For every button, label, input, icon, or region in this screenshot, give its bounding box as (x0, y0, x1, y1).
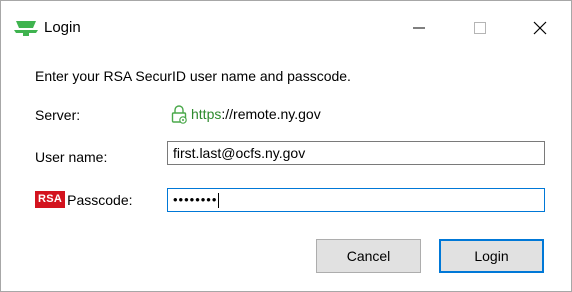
close-button[interactable] (517, 1, 563, 53)
rsa-logo: RSA (35, 191, 66, 208)
server-url: https://remote.ny.gov (170, 104, 321, 124)
title-bar[interactable]: Login (1, 1, 571, 53)
lock-icon (171, 105, 187, 124)
passcode-masked-value: •••••••• (173, 192, 218, 207)
login-window: Login Enter your RSA SecurID user name a… (0, 0, 572, 292)
passcode-label: Passcode: (67, 191, 133, 208)
minimize-icon (413, 27, 425, 29)
url-host: ://remote.ny.gov (221, 106, 321, 122)
instruction-text: Enter your RSA SecurID user name and pas… (35, 68, 351, 84)
window-title: Login (44, 19, 81, 36)
close-icon (533, 21, 547, 35)
monitor-app-icon (13, 18, 39, 38)
passcode-input[interactable]: •••••••• (167, 188, 545, 212)
username-label: User name: (35, 149, 108, 165)
server-label: Server: (35, 107, 81, 123)
passcode-label-group: RSA Passcode: (35, 191, 133, 208)
text-caret (218, 193, 220, 209)
url-scheme: https (191, 106, 222, 122)
maximize-icon (474, 22, 486, 34)
cancel-button[interactable]: Cancel (316, 239, 421, 273)
minimize-button[interactable] (396, 1, 442, 53)
maximize-button[interactable] (457, 1, 503, 53)
login-button[interactable]: Login (439, 239, 544, 273)
username-input[interactable]: first.last@ocfs.ny.gov (167, 141, 545, 165)
